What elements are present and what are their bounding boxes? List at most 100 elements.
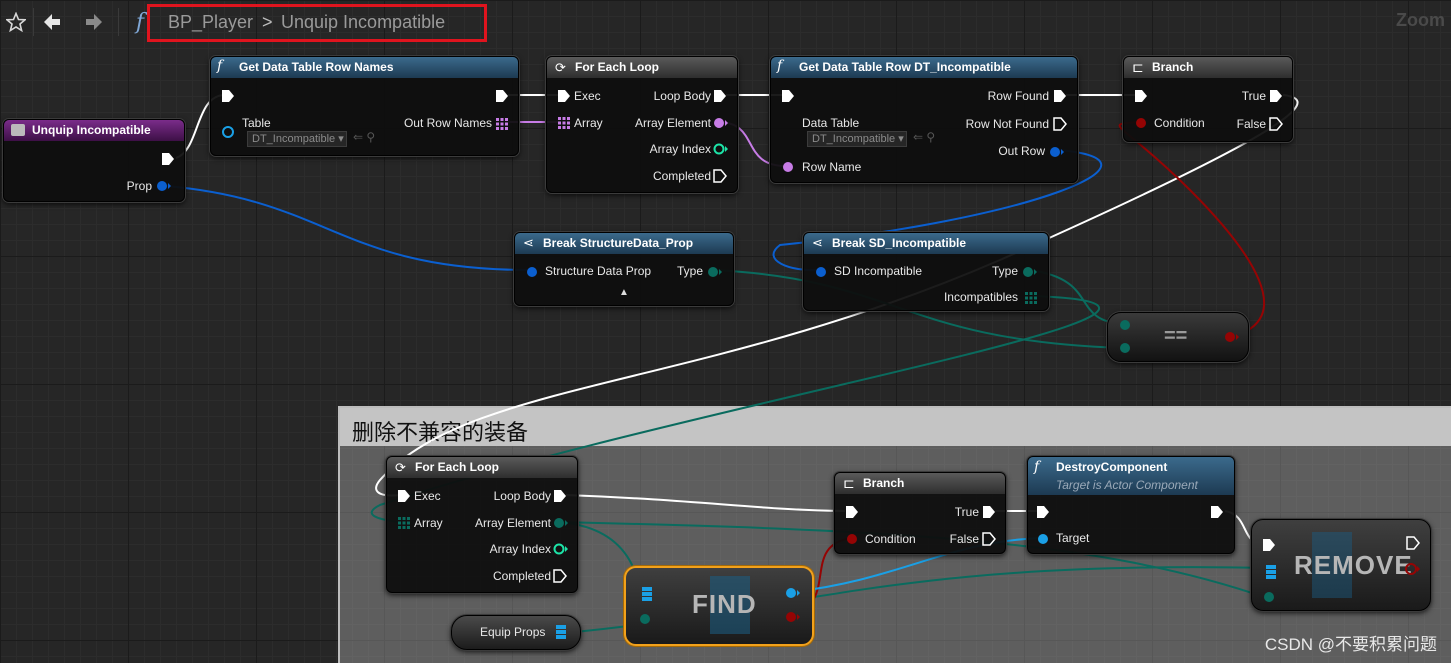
object-in-pin[interactable] [221,125,235,139]
bool-out-pin[interactable] [784,610,802,624]
node-header [1124,57,1292,78]
array-out-pin[interactable] [495,117,509,131]
exec-in-pin[interactable] [1134,89,1148,103]
array-in-pin[interactable] [397,516,411,530]
exec-out-pin[interactable] [982,532,996,546]
bool-in-pin[interactable] [845,532,859,546]
branch-node[interactable]: ⊏ Branch Condition True False [1123,56,1293,142]
pin-label: Completed [492,569,551,583]
pin-label: Row Name [802,160,862,174]
enum-in-pin[interactable] [1118,341,1132,355]
struct-out-pin[interactable] [1049,145,1065,159]
exec-out-pin[interactable] [1210,505,1224,519]
use-selected-icon[interactable]: ⇐ ⚲ [913,130,935,144]
exec-out-pin[interactable] [1269,89,1283,103]
exec-in-pin[interactable] [397,489,411,503]
exec-in-pin[interactable] [845,505,859,519]
breadcrumb-blueprint[interactable]: BP_Player [168,12,253,33]
bool-in-pin[interactable] [1134,116,1148,130]
watermark-text: CSDN @不要积累问题 [1264,635,1437,654]
star-icon[interactable] [2,8,30,36]
array-out-pin[interactable] [554,624,568,640]
node-title: For Each Loop [575,60,659,74]
exec-out-pin[interactable] [161,152,175,166]
dropdown-value: DT_Incompatible [812,133,896,145]
exec-in-pin[interactable] [781,89,795,103]
breadcrumb-function[interactable]: Unquip Incompatible [281,12,445,33]
exec-out-pin[interactable] [1406,536,1420,550]
pin-label: SD Incompatible [834,264,923,278]
array-in-pin[interactable] [640,586,654,602]
node-title: DestroyComponent [1056,460,1168,474]
pin-label: Array Element [634,116,711,130]
destroy-component-node[interactable]: f DestroyComponent Target is Actor Compo… [1027,456,1235,554]
enum-out-pin[interactable] [707,265,723,279]
exec-in-pin[interactable] [221,89,235,103]
node-subtitle: Target is Actor Component [1056,478,1198,492]
exec-out-pin[interactable] [553,489,567,503]
arrow-right-icon[interactable] [80,8,108,36]
enum-in-pin[interactable] [1118,318,1132,332]
exec-out-pin[interactable] [495,89,509,103]
for-each-loop-node[interactable]: ⟳ For Each Loop Exec Array Loop Body Arr… [386,456,578,593]
function-icon: f [1034,459,1040,475]
function-icon: f [777,58,783,74]
array-in-pin[interactable] [1264,564,1278,580]
object-in-pin[interactable] [1036,532,1050,546]
exec-out-pin[interactable] [1053,117,1067,131]
struct-out-pin[interactable] [156,180,172,192]
exec-out-pin[interactable] [713,169,727,183]
pin-label: Array Index [649,142,711,156]
enum-in-pin[interactable] [1262,590,1276,604]
struct-in-pin[interactable] [525,265,539,279]
find-node[interactable]: FIND [624,566,814,646]
pin-label: True [1241,89,1266,103]
branch-node[interactable]: ⊏ Branch Condition True False [834,472,1006,554]
struct-in-pin[interactable] [814,265,828,279]
break-sd-incompatible-node[interactable]: ⋖ Break SD_Incompatible SD Incompatible … [803,232,1049,311]
break-icon: ⋖ [812,235,823,250]
break-structure-node[interactable]: ⋖ Break StructureData_Prop Structure Dat… [514,232,734,306]
equip-props-variable-node[interactable]: Equip Props [451,615,581,650]
enum-in-pin[interactable] [638,612,652,626]
exec-in-pin[interactable] [1036,505,1050,519]
use-selected-icon[interactable]: ⇐ ⚲ [353,130,375,144]
get-data-table-row-names-node[interactable]: f Get Data Table Row Names Table DT_Inco… [210,56,519,156]
bool-out-pin[interactable] [1224,330,1240,344]
int-out-pin[interactable] [713,142,729,156]
node-title: Branch [863,476,905,490]
get-data-table-row-node[interactable]: f Get Data Table Row DT_Incompatible Dat… [770,56,1078,183]
name-in-pin[interactable] [781,160,795,174]
blueprint-graph-canvas[interactable]: f BP_Player > Unquip Incompatible Zoom 删… [0,0,1451,663]
node-title: Break SD_Incompatible [832,236,967,250]
expand-arrow-icon[interactable]: ▲ [619,287,629,298]
exec-out-pin[interactable] [713,89,727,103]
remove-node[interactable]: REMOVE [1251,519,1431,611]
exec-out-pin[interactable] [1053,89,1067,103]
array-in-pin[interactable] [557,116,571,130]
find-label: FIND [692,589,757,619]
exec-out-pin[interactable] [1269,117,1283,131]
name-out-pin[interactable] [713,116,729,130]
node-title: Get Data Table Row DT_Incompatible [799,60,1011,74]
int-out-pin[interactable] [553,542,569,556]
enum-out-pin[interactable] [553,516,569,530]
array-out-pin[interactable] [1024,291,1038,305]
arrow-left-icon[interactable] [38,8,66,36]
table-dropdown[interactable]: DT_Incompatible ▾ [247,131,347,147]
equals-node[interactable]: == [1107,312,1249,362]
pin-label: Array Element [474,516,551,530]
object-out-pin[interactable] [784,586,802,600]
exec-in-pin[interactable] [1262,538,1276,552]
pin-label: Exec [414,489,441,503]
exec-in-pin[interactable] [557,89,571,103]
function-entry-node[interactable]: Unquip Incompatible Prop [3,119,185,202]
exec-out-pin[interactable] [982,505,996,519]
node-title: Get Data Table Row Names [239,60,394,74]
exec-out-pin[interactable] [553,569,567,583]
bool-out-pin[interactable] [1404,562,1422,576]
data-table-dropdown[interactable]: DT_Incompatible ▾ [807,131,907,147]
for-each-loop-node[interactable]: ⟳ For Each Loop Exec Array Loop Body Arr… [546,56,738,193]
remove-label: REMOVE [1294,550,1413,580]
enum-out-pin[interactable] [1022,265,1038,279]
